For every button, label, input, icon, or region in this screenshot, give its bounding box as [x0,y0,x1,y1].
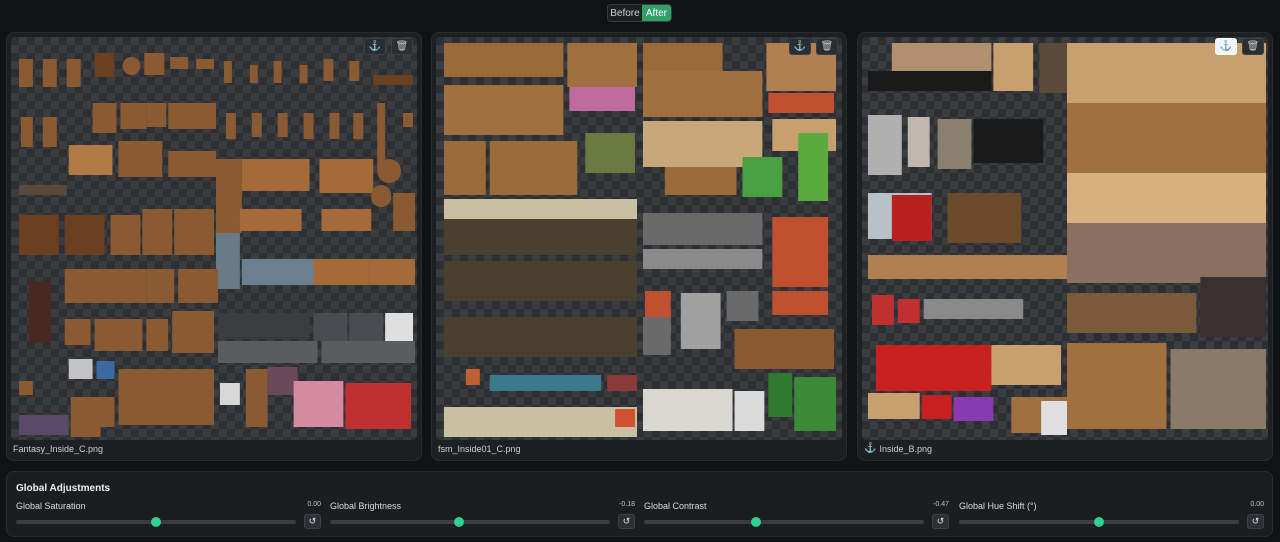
panel-1-caption: Fantasy_Inside_C.png [13,444,103,454]
anchor-icon[interactable]: ⚓ [789,38,811,55]
filename-label: fsm_Inside01_C.png [438,444,521,454]
panel-2-caption: fsm_Inside01_C.png [438,444,521,454]
tileset-image-1 [18,53,416,437]
brightness-label: Global Brightness [330,501,402,511]
anchor-icon[interactable]: ⚓ [1215,38,1237,55]
saturation-value: 0.00 [307,501,321,508]
reset-icon[interactable]: ↺ [304,514,321,529]
tileset-image-3 [867,43,1267,435]
contrast-value: -0.47 [933,501,949,508]
panel-2-tools: ⚓ 🗑 [789,38,838,55]
reset-icon[interactable]: ↺ [932,514,949,529]
trash-icon[interactable]: 🗑 [1242,38,1264,55]
panel-3-caption: ⚓ Inside_B.png [864,443,932,454]
saturation-slider[interactable] [16,517,296,527]
tileset-preview-2[interactable] [436,37,842,440]
tileset-image-2 [443,43,837,437]
trash-icon[interactable]: 🗑 [391,38,413,55]
hue-shift-label: Global Hue Shift (°) [959,501,1037,511]
saturation-label: Global Saturation [16,501,86,511]
hue-shift-value: 0.00 [1250,501,1264,508]
brightness-slider[interactable] [330,517,610,527]
hue-shift-slider[interactable] [959,517,1239,527]
hue-shift-control: Global Hue Shift (°) 0.00 ↺ [959,501,1264,531]
global-adjustments-panel: Global Adjustments Global Saturation 0.0… [6,471,1273,537]
slider-thumb[interactable] [751,517,761,527]
brightness-control: Global Brightness -0.18 ↺ [330,501,635,531]
contrast-control: Global Contrast -0.47 ↺ [644,501,949,531]
saturation-control: Global Saturation 0.00 ↺ [16,501,321,531]
tileset-preview-1[interactable] [11,37,417,440]
brightness-value: -0.18 [619,501,635,508]
slider-thumb[interactable] [151,517,161,527]
contrast-label: Global Contrast [644,501,707,511]
tileset-preview-3[interactable] [862,37,1268,440]
reset-icon[interactable]: ↺ [1247,514,1264,529]
tileset-panel-2: ⚓ 🗑 fsm_Inside01_C.png [431,32,847,461]
filename-label: Inside_B.png [879,443,932,454]
contrast-slider[interactable] [644,517,924,527]
reset-icon[interactable]: ↺ [618,514,635,529]
tileset-panel-1: ⚓ 🗑 Fantasy_Inside_C.png [6,32,422,461]
before-after-toggle: Before After [607,4,672,22]
anchor-icon: ⚓ [864,443,877,454]
before-button[interactable]: Before [608,5,642,21]
trash-icon[interactable]: 🗑 [816,38,838,55]
filename-label: Fantasy_Inside_C.png [13,444,104,454]
panel-1-tools: ⚓ 🗑 [364,38,413,55]
adjustments-title: Global Adjustments [16,483,111,494]
anchor-icon[interactable]: ⚓ [364,38,386,55]
slider-thumb[interactable] [453,517,464,527]
after-button[interactable]: After [641,5,671,21]
panel-3-tools: ⚓ 🗑 [1215,38,1264,55]
tileset-panel-3: ⚓ 🗑 ⚓ Inside_B.png [857,32,1273,461]
slider-thumb[interactable] [1094,517,1104,527]
